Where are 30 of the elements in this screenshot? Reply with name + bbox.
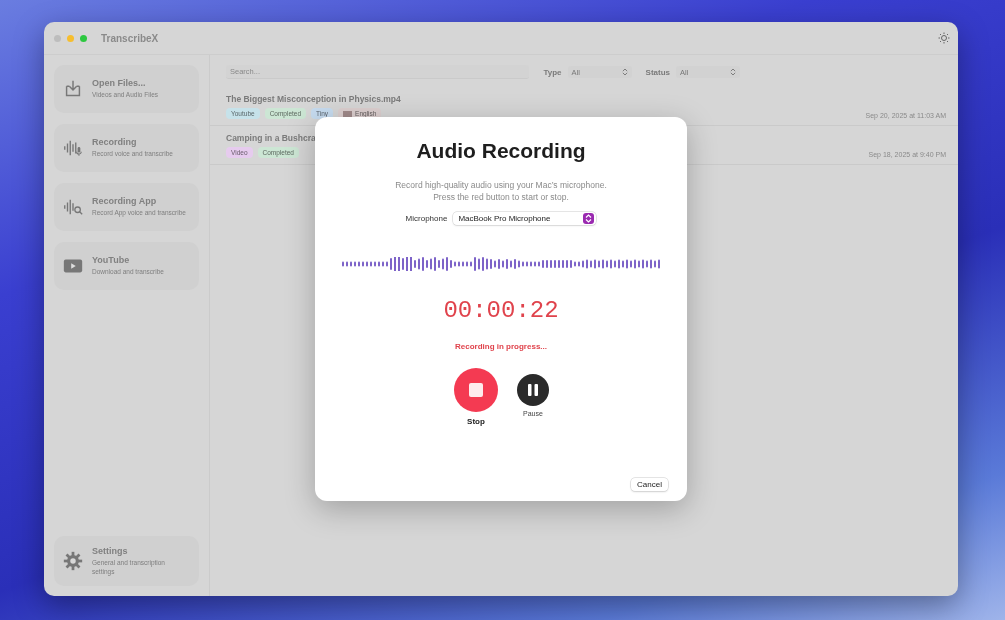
minimize-button[interactable] [67, 34, 74, 42]
flag-icon [343, 110, 353, 117]
stop-button[interactable]: Stop [453, 367, 499, 426]
stop-icon [453, 367, 499, 413]
item-title: YouTube [92, 255, 131, 266]
description-text: Record high-quality audio using your Mac’s microphone. [395, 179, 607, 191]
item-title: Recording App [92, 196, 158, 207]
settings-icon [62, 550, 84, 572]
dialog-title: Audio Recording [416, 139, 586, 163]
recording-status: Recording in progress... [455, 342, 547, 351]
chevron-up-down-icon [583, 213, 595, 224]
chevron-up-down-icon [730, 68, 736, 76]
sun-icon[interactable] [938, 32, 950, 44]
pause-icon [517, 374, 549, 406]
chevron-up-down-icon [621, 68, 628, 76]
app-title: TranscribeX [101, 32, 160, 44]
item-title: Recording [92, 137, 138, 148]
file-title: The Biggest Misconception in Physics.mp4 [226, 94, 401, 104]
close-button[interactable] [54, 34, 61, 42]
cancel-button[interactable]: Cancel [631, 478, 668, 491]
elapsed-timer: 00:00:22 [443, 297, 559, 324]
microphone-dropdown[interactable]: MacBook Pro Microphone [453, 212, 597, 225]
item-title: Open Files... [92, 78, 147, 89]
description-text: Press the red button to start or stop. [433, 191, 569, 203]
file-title: Camping in a Bushcra [226, 133, 316, 143]
filter-label: Type [543, 67, 562, 77]
microphone-label: Microphone [405, 214, 448, 223]
zoom-button[interactable] [80, 34, 87, 42]
filter-label: Status [645, 67, 670, 77]
item-title: Settings [92, 546, 129, 557]
